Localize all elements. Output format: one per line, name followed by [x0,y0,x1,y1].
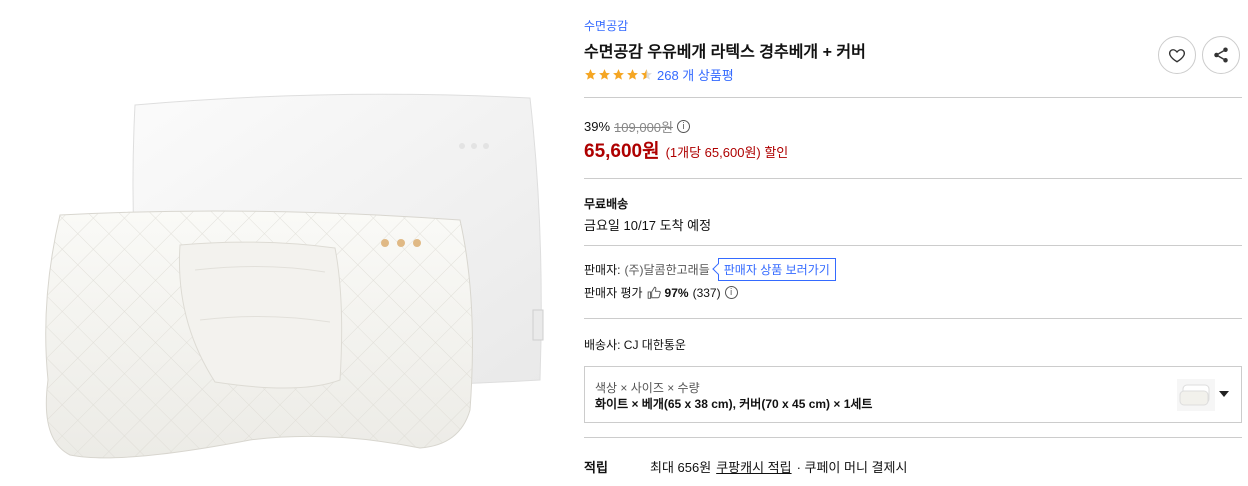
reward-row: 적립 최대 656원 쿠팡캐시 적립 · 쿠페이 머니 결제시 [584,457,907,476]
option-thumbnail [1177,379,1215,411]
product-image[interactable] [0,0,575,486]
discount-row: 39% 109,000원 i [584,117,690,136]
reward-amount: 최대 656원 [650,460,712,475]
info-icon[interactable]: i [676,120,690,133]
divider [584,97,1242,98]
star-icon [627,68,638,80]
seller-eval-percent: 97% [664,285,689,300]
seller-row: 판매자: (주)달콤한고래들 판매자 상품 보러가기 [584,258,836,281]
divider [584,178,1242,179]
info-icon[interactable]: i [724,286,738,299]
reward-label: 적립 [584,460,608,475]
divider [584,437,1242,438]
star-icon [585,68,596,80]
arrival-date: 금요일 10/17 도착 예정 [584,218,712,233]
review-count-link[interactable]: 268 개 상품평 [657,65,734,84]
chevron-down-icon [1219,391,1229,397]
wishlist-button[interactable] [1158,36,1196,74]
option-value: 화이트 × 베개(65 x 38 cm), 커버(70 x 45 cm) × 1… [595,397,873,411]
original-price: 109,000원 [614,120,673,135]
shipping-badge: 무료배송 [584,197,629,211]
option-selector[interactable]: 색상 × 사이즈 × 수량 화이트 × 베개(65 x 38 cm), 커버(7… [584,366,1242,423]
heart-icon [1168,49,1186,63]
seller-name[interactable]: (주)달콤한고래들 [624,261,709,278]
product-title: 수면공감 우유베개 라텍스 경추베개 + 커버 [584,44,866,61]
divider [584,318,1242,319]
sale-price-row: 65,600원 (1개당 65,600원) 할인 [584,136,788,163]
thumbs-up-icon [647,286,661,299]
brand-link[interactable]: 수면공감 [584,17,628,34]
sale-price: 65,600원 [584,141,660,162]
seller-label: 판매자: [584,263,621,277]
product-rating[interactable]: 268 개 상품평 [584,65,734,84]
discount-rate: 39% [584,119,611,134]
carrier: 배송사: CJ 대한통운 [584,338,686,352]
half-star-icon [641,68,652,80]
product-info-panel: 수면공감 수면공감 우유베개 라텍스 경추베개 + 커버 268 개 상품평 3… [584,0,1242,486]
seller-evaluation-row: 판매자 평가 97% (337) i [584,284,738,301]
star-icon [613,68,624,80]
option-label: 색상 × 사이즈 × 수량 [595,381,700,395]
seller-products-button[interactable]: 판매자 상품 보러가기 [717,258,836,281]
share-button[interactable] [1202,36,1240,74]
divider [584,245,1242,246]
seller-eval-count: (337) [692,285,721,300]
share-icon [1214,47,1228,63]
seller-eval-label: 판매자 평가 [584,286,643,300]
reward-suffix: · 쿠페이 머니 결제시 [796,460,908,475]
rating-stars [584,68,653,81]
star-icon [599,68,610,80]
unit-price: (1개당 65,600원) 할인 [665,145,789,160]
coupang-cash-link[interactable]: 쿠팡캐시 적립 [716,457,791,476]
